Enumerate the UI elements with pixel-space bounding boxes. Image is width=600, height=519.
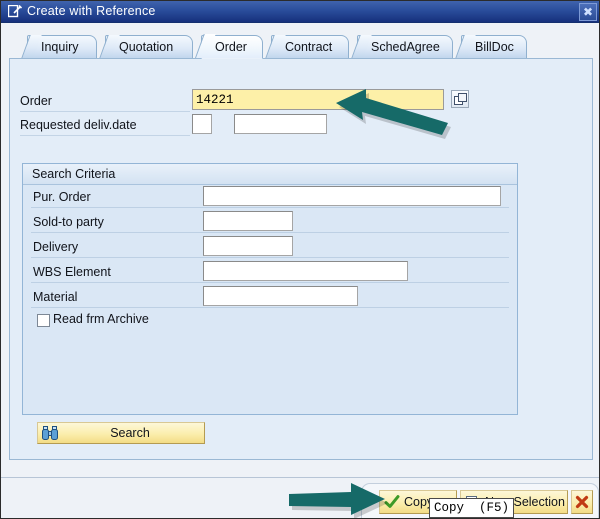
sold-to-party-label: Sold-to party: [33, 215, 104, 229]
window-title: Create with Reference: [27, 4, 156, 18]
wbs-element-field[interactable]: [203, 261, 408, 281]
order-label: Order: [20, 94, 52, 108]
tab-billdoc[interactable]: BillDoc: [461, 35, 527, 59]
pur-order-label: Pur. Order: [33, 190, 91, 204]
tab-contract[interactable]: Contract: [271, 35, 349, 59]
delivery-rule: [31, 257, 509, 258]
material-field[interactable]: [203, 286, 358, 306]
close-icon[interactable]: ✖: [579, 3, 597, 21]
create-with-reference-dialog: Create with Reference ✖ Inquiry Quotatio…: [0, 0, 600, 519]
tab-strip: Inquiry Quotation Order Contract SchedAg…: [9, 35, 593, 59]
binoculars-icon: [42, 426, 58, 441]
tab-quotation[interactable]: Quotation: [105, 35, 193, 59]
tab-order[interactable]: Order: [201, 35, 263, 59]
read-frm-archive-checkbox[interactable]: [37, 314, 50, 327]
order-input[interactable]: [192, 89, 444, 110]
delivery-field[interactable]: [203, 236, 293, 256]
title-bar: Create with Reference ✖: [1, 1, 600, 23]
search-criteria-title: Search Criteria: [23, 164, 517, 185]
red-x-icon: [575, 495, 589, 509]
req-date-operator-field[interactable]: [192, 114, 212, 134]
req-date-field[interactable]: [234, 114, 327, 134]
delivery-label: Delivery: [33, 240, 78, 254]
cancel-button[interactable]: [571, 490, 593, 514]
sold-to-party-field[interactable]: [203, 211, 293, 231]
multiple-selection-icon[interactable]: [451, 90, 469, 108]
document-edit-icon: [8, 5, 22, 18]
pur-order-rule: [31, 207, 509, 208]
footer-separator: [1, 477, 600, 478]
search-button-label: Search: [110, 426, 150, 440]
read-frm-archive-label: Read frm Archive: [53, 312, 149, 326]
material-rule: [31, 307, 509, 308]
search-button[interactable]: Search: [37, 422, 205, 444]
green-check-icon: [384, 494, 400, 510]
wbs-element-label: WBS Element: [33, 265, 111, 279]
tab-inquiry[interactable]: Inquiry: [27, 35, 97, 59]
tab-schedagree[interactable]: SchedAgree: [357, 35, 453, 59]
pur-order-field[interactable]: [203, 186, 501, 206]
search-criteria-group: Search Criteria Pur. Order Sold-to party…: [22, 163, 518, 415]
wbs-element-rule: [31, 282, 509, 283]
order-row-rule: [20, 111, 190, 112]
material-label: Material: [33, 290, 77, 304]
sold-to-party-rule: [31, 232, 509, 233]
requested-deliv-date-label: Requested deliv.date: [20, 118, 137, 132]
order-tab-panel: Order Requested deliv.date Search Criter…: [9, 58, 593, 460]
copy-tooltip: Copy (F5): [429, 498, 514, 518]
req-date-row-rule: [20, 135, 190, 136]
